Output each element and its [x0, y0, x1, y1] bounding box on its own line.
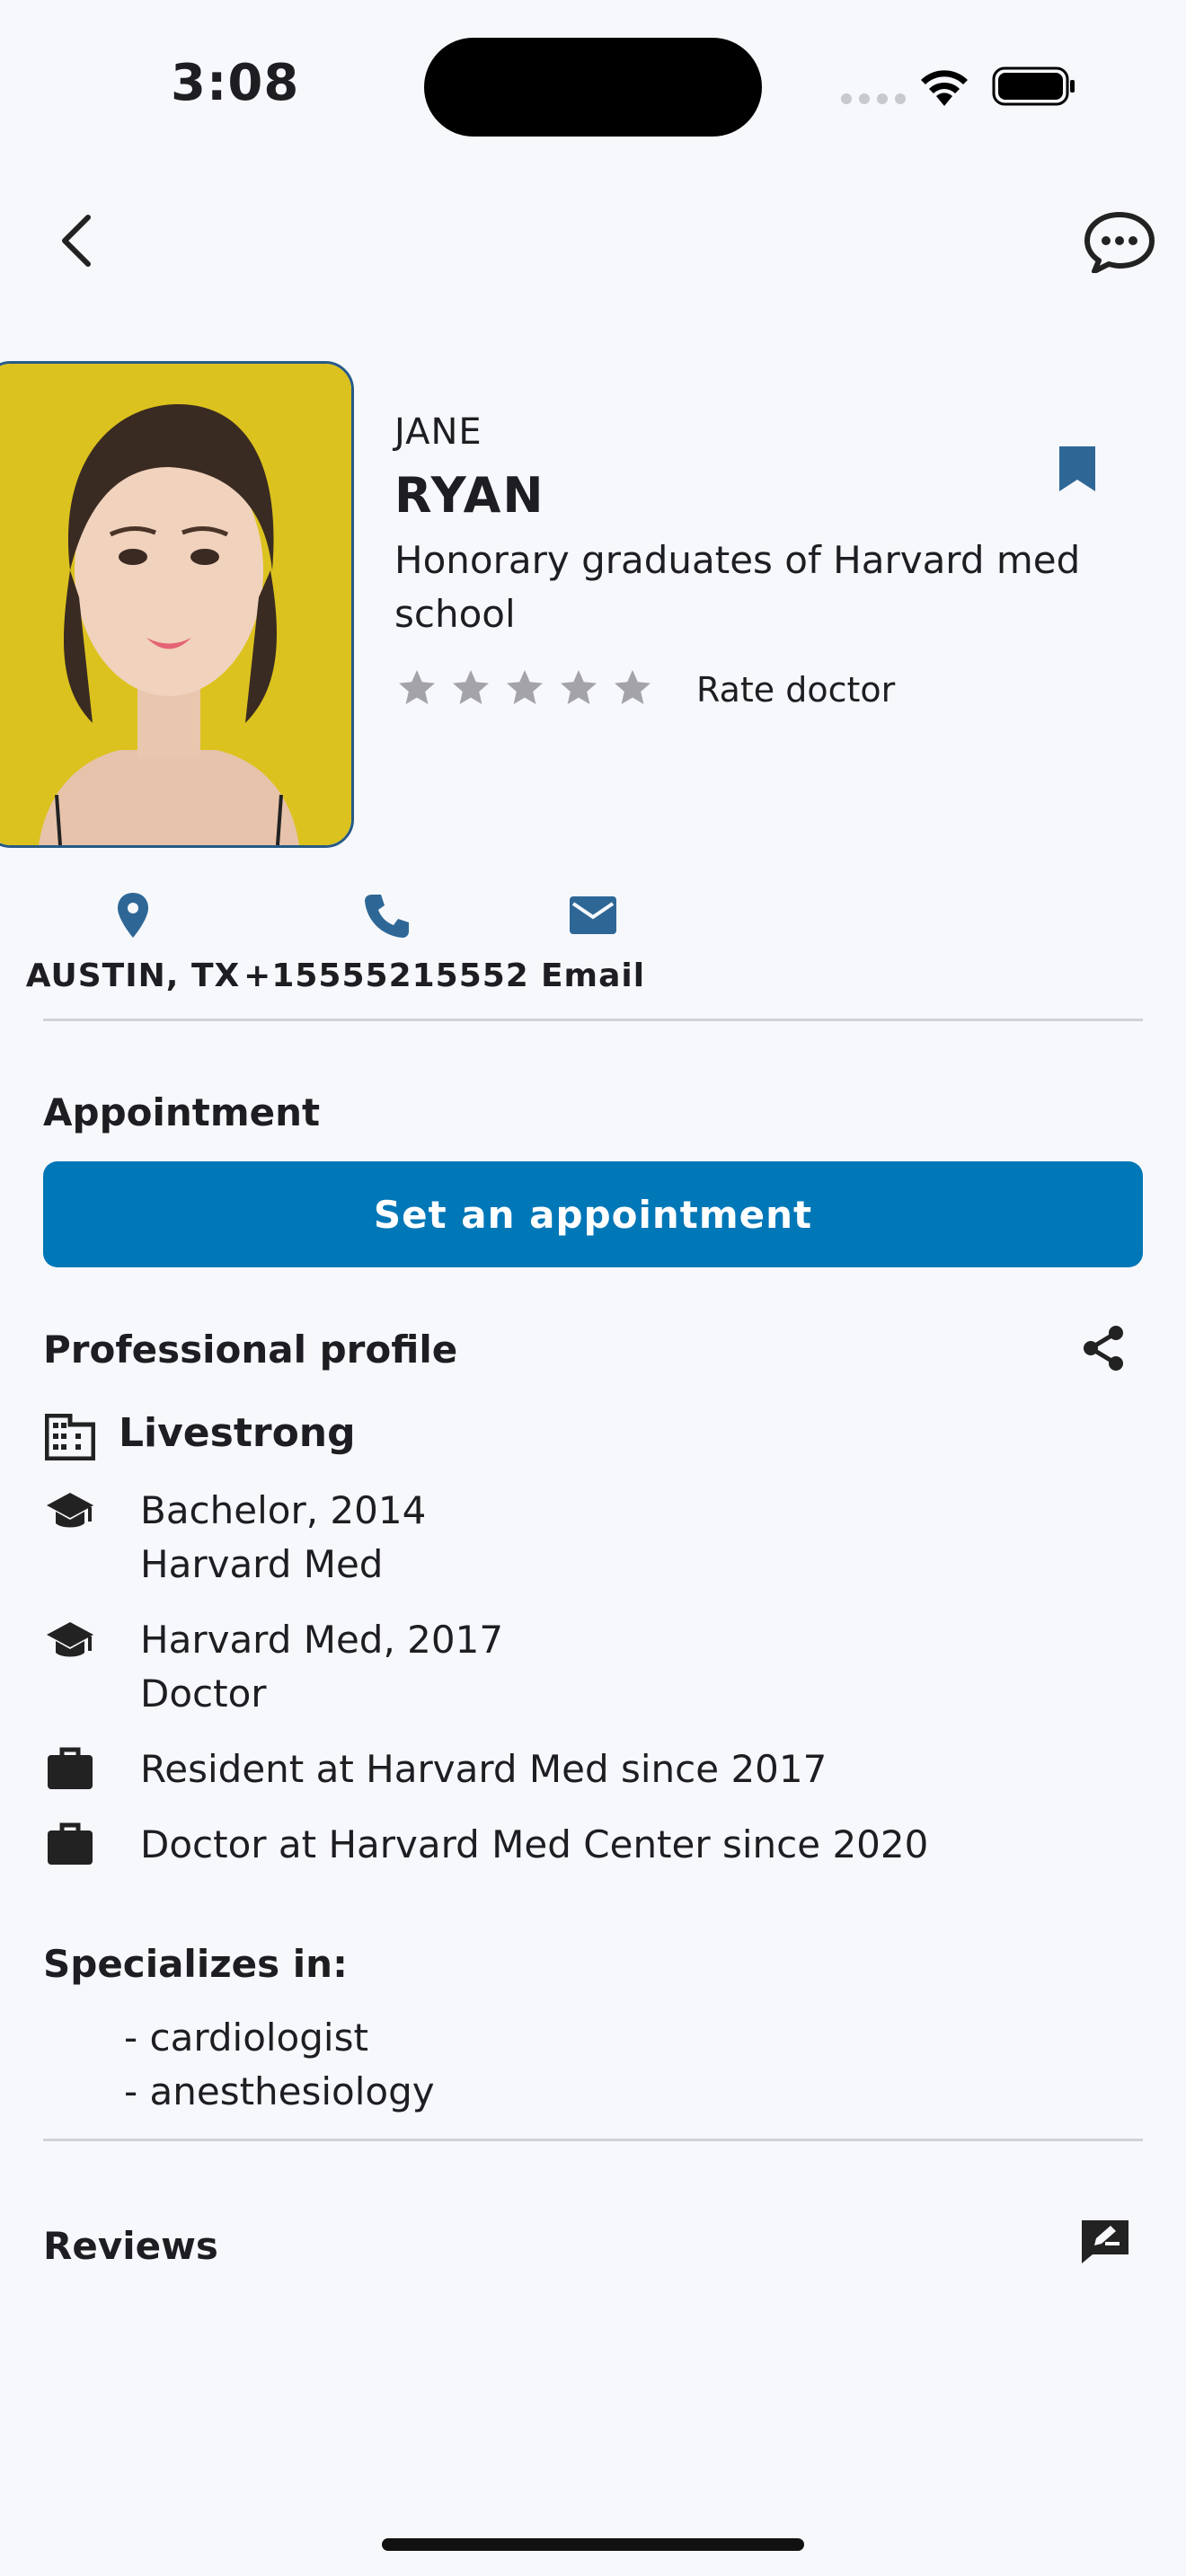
contact-phone[interactable]: +15555215552 [243, 891, 528, 994]
reviews-title: Reviews [43, 2224, 218, 2268]
star-icon[interactable] [503, 666, 546, 710]
doctor-first-name: JANE [394, 411, 482, 453]
education-item: Harvard Med, 2017 Doctor [140, 1613, 503, 1721]
set-appointment-button[interactable]: Set an appointment [43, 1161, 1143, 1267]
email-label: Email [540, 957, 646, 994]
briefcase-icon [48, 1747, 93, 1789]
experience-item: Doctor at Harvard Med Center since 2020 [140, 1822, 929, 1866]
education-school: Harvard Med [140, 1542, 384, 1586]
divider [43, 1019, 1143, 1021]
specialty-item: - cardiologist [124, 2016, 368, 2060]
share-icon[interactable] [1080, 1324, 1127, 1372]
home-indicator[interactable] [382, 2538, 804, 2551]
bookmark-icon[interactable] [1057, 444, 1098, 494]
doctor-last-name: RYAN [394, 467, 545, 524]
specialty-item: - anesthesiology [124, 2069, 435, 2113]
education-school: Doctor [140, 1672, 267, 1716]
location-label: AUSTIN, TX [25, 957, 241, 994]
appointment-title: Appointment [43, 1090, 321, 1134]
star-icon[interactable] [449, 666, 492, 710]
wifi-icon [921, 70, 968, 106]
education-degree: Bachelor, 2014 [140, 1488, 427, 1532]
briefcase-icon [48, 1822, 93, 1865]
specializes-title: Specializes in: [43, 1942, 348, 1986]
graduation-cap-icon [47, 1493, 93, 1528]
rating-stars[interactable] [395, 666, 654, 710]
back-arrow-icon[interactable] [54, 212, 101, 269]
graduation-cap-icon [47, 1622, 93, 1657]
contact-email[interactable]: Email [540, 891, 646, 994]
star-icon[interactable] [395, 666, 438, 710]
professional-profile-title: Professional profile [43, 1328, 458, 1372]
education-degree: Harvard Med, 2017 [140, 1618, 504, 1662]
email-envelope-icon [570, 896, 616, 934]
dynamic-island [424, 38, 762, 137]
star-icon[interactable] [557, 666, 600, 710]
chat-bubble-icon[interactable] [1084, 210, 1155, 273]
rate-doctor-link[interactable]: Rate doctor [696, 670, 895, 710]
organization-name: Livestrong [119, 1410, 356, 1456]
experience-item: Resident at Harvard Med since 2017 [140, 1747, 828, 1791]
location-pin-icon [118, 893, 148, 938]
education-item: Bachelor, 2014 Harvard Med [140, 1484, 426, 1592]
doctor-tagline: Honorary graduates of Harvard med school [394, 538, 1081, 636]
battery-icon [992, 66, 1075, 106]
doctor-photo [0, 361, 354, 848]
phone-label: +15555215552 [243, 957, 529, 994]
phone-icon [365, 895, 409, 938]
divider [43, 2139, 1143, 2141]
write-review-icon[interactable] [1080, 2219, 1130, 2265]
status-time: 3:08 [171, 54, 300, 112]
contact-location[interactable]: AUSTIN, TX [26, 891, 239, 994]
cellular-signal-icon [841, 93, 906, 104]
star-icon[interactable] [611, 666, 654, 710]
building-icon [45, 1414, 95, 1460]
